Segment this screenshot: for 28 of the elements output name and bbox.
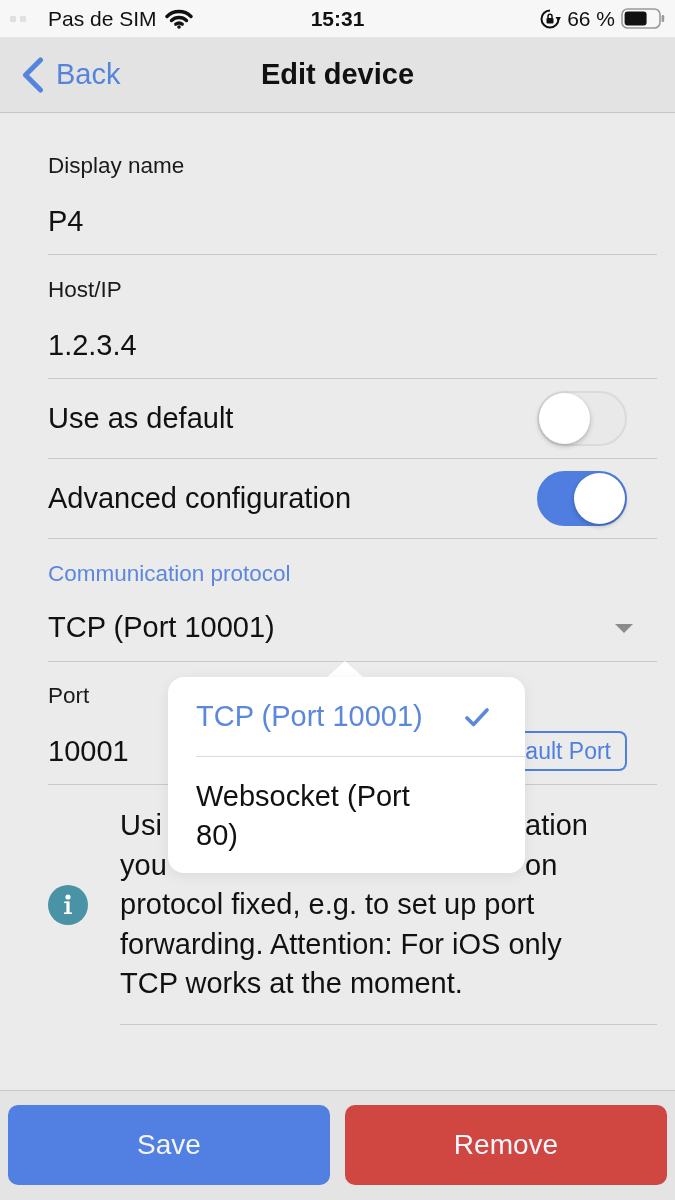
chevron-left-icon <box>22 56 44 93</box>
info-text: ation <box>525 808 589 843</box>
clock-text: 15:31 <box>310 5 365 32</box>
field-label: Display name <box>48 153 186 179</box>
text-field[interactable]: 1.2.3.4 <box>48 327 657 363</box>
dropdown-field[interactable]: TCP (Port 10001) <box>48 610 657 646</box>
carrier-text: Pas de SIM <box>48 5 157 32</box>
info-text: protocol fixed, e.g. to set up port forwarding. Attention: For iOS only TCP works at the moment. <box>120 887 563 1001</box>
info-text: you <box>120 847 168 883</box>
wifi-icon <box>164 8 193 29</box>
field-label: Port <box>48 683 91 709</box>
save-button[interactable]: Save <box>8 1105 330 1185</box>
info-text: on <box>525 847 559 883</box>
remove-button[interactable]: Remove <box>345 1105 667 1185</box>
battery-icon <box>621 8 665 29</box>
toggle-label: Use as default <box>48 400 234 436</box>
caret-down-icon <box>615 623 633 633</box>
info-icon <box>48 884 88 925</box>
toggle-switch[interactable] <box>537 471 627 526</box>
orientation-lock-icon <box>540 8 562 29</box>
toggle-label: Advanced configuration <box>48 480 352 516</box>
field-label: Communication protocol <box>48 561 292 587</box>
battery-percent-text: 66 % <box>567 5 615 32</box>
page-title: Edit device <box>260 56 415 92</box>
info-text: Usi <box>120 808 163 843</box>
field-label: Host/IP <box>48 277 123 303</box>
text-field[interactable]: P4 <box>48 203 657 239</box>
checkmark-icon <box>465 706 489 727</box>
